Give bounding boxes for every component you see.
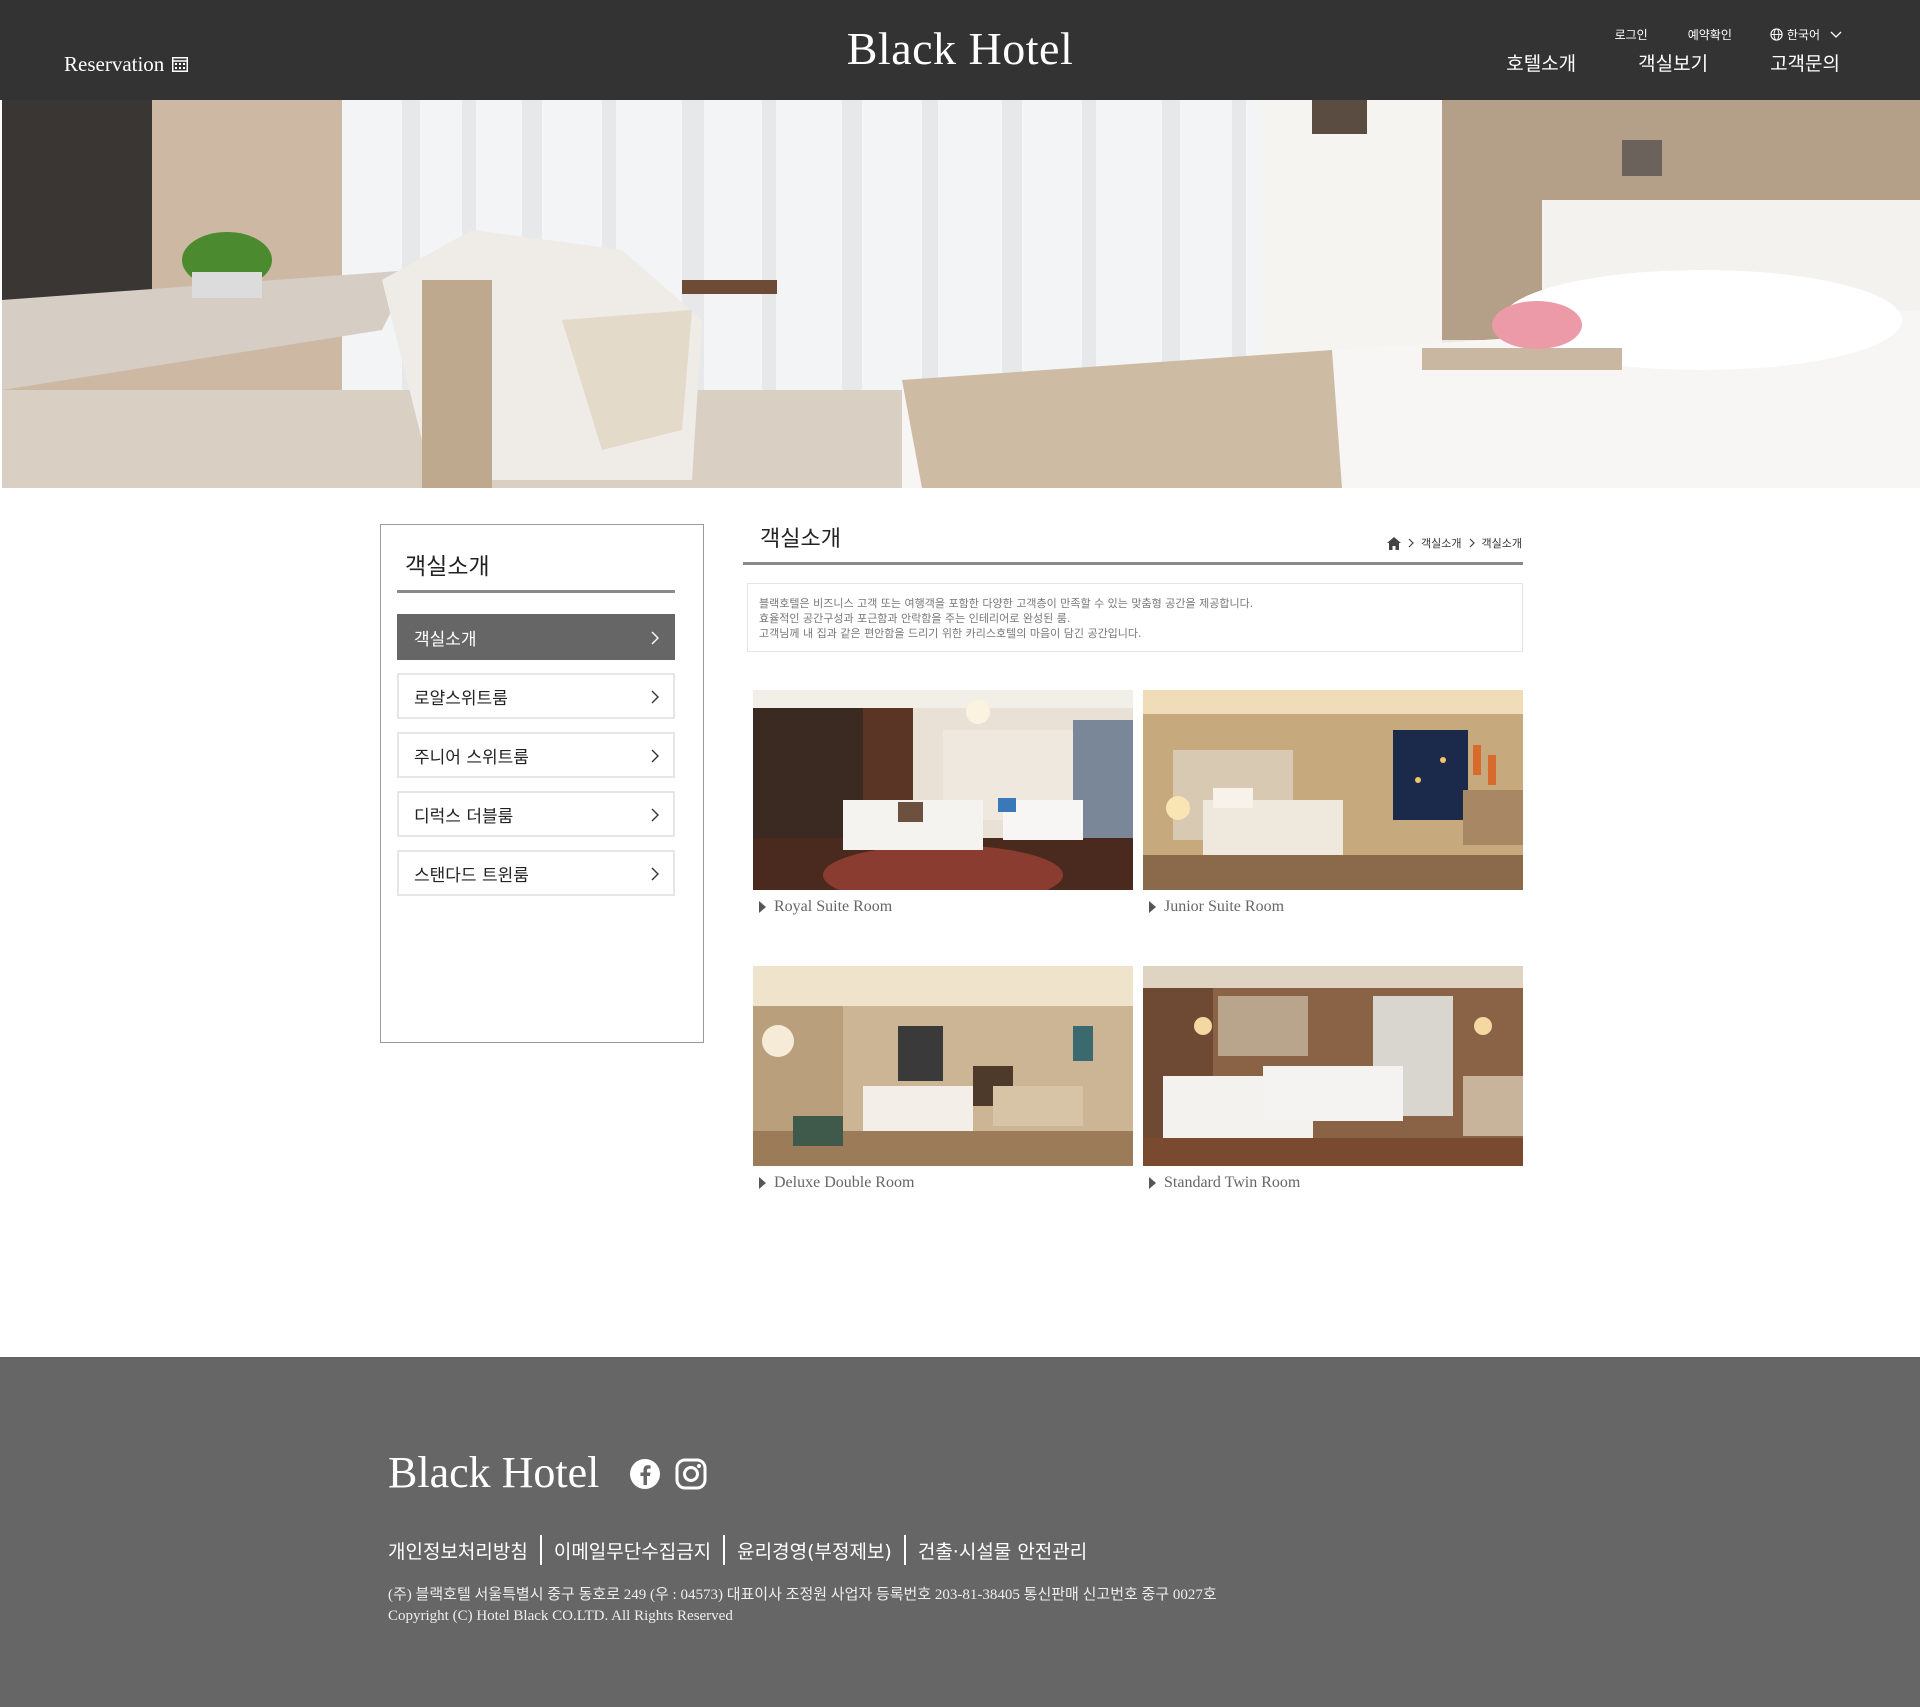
- title-divider: [743, 562, 1523, 565]
- footer-link-ethics[interactable]: 윤리경영(부정제보): [737, 1537, 892, 1564]
- language-selector[interactable]: 한국어: [1770, 26, 1842, 43]
- footer-company-info: (주) 블랙호텔 서울특별시 중구 동호로 249 (우 : 04573) 대표…: [388, 1585, 1217, 1627]
- footer-address: (주) 블랙호텔 서울특별시 중구 동호로 249 (우 : 04573) 대표…: [388, 1587, 1217, 1603]
- footer-link-privacy[interactable]: 개인정보처리방침: [388, 1537, 528, 1564]
- chevron-down-icon: [1830, 31, 1842, 38]
- footer-links: 개인정보처리방침 이메일무단수집금지 윤리경영(부정제보) 건출·시설물 안전관…: [388, 1535, 1087, 1565]
- sidebar-item-deluxe-double[interactable]: 디럭스 더블룸: [397, 791, 675, 837]
- footer-link-email-policy[interactable]: 이메일무단수집금지: [554, 1537, 711, 1564]
- chevron-right-icon: [651, 631, 659, 645]
- sidebar-item-label: 스탠다드 트윈룸: [414, 865, 529, 886]
- page-title: 객실소개: [760, 527, 841, 552]
- hero-room-image: [2, 100, 1920, 488]
- room-name: Standard Twin Room: [1164, 1174, 1301, 1191]
- room-name: Junior Suite Room: [1164, 898, 1285, 915]
- nav-hotel-intro[interactable]: 호텔소개: [1506, 49, 1576, 76]
- nav-inquiry[interactable]: 고객문의: [1770, 49, 1840, 76]
- room-caption[interactable]: Standard Twin Room: [1143, 1174, 1523, 1192]
- facebook-icon[interactable]: [628, 1457, 662, 1491]
- footer-copyright: Copyright (C) Hotel Black CO.LTD. All Ri…: [388, 1608, 733, 1624]
- booking-check-link[interactable]: 예약확인: [1688, 26, 1732, 43]
- footer-link-divider: [723, 1535, 726, 1565]
- sidebar-item-standard-twin[interactable]: 스탠다드 트윈룸: [397, 850, 675, 896]
- breadcrumb-item[interactable]: 객실소개: [1482, 535, 1522, 551]
- main-nav: 호텔소개 객실보기 고객문의: [1506, 49, 1840, 76]
- sidebar-item-label: 로얄스위트룸: [414, 688, 508, 709]
- language-label: 한국어: [1786, 28, 1820, 42]
- room-caption[interactable]: Royal Suite Room: [753, 898, 1133, 916]
- room-name: Royal Suite Room: [774, 898, 893, 915]
- chevron-right-icon: [651, 749, 659, 763]
- triangle-right-icon: [759, 1177, 766, 1189]
- room-photo[interactable]: [1143, 966, 1523, 1166]
- sidebar: 객실소개 객실소개 로얄스위트룸 주니어 스위트룸 디럭스 더블룸 스탠다드 트…: [380, 524, 704, 1043]
- home-icon[interactable]: [1387, 536, 1402, 550]
- chevron-right-icon: [1408, 538, 1414, 548]
- sidebar-item-royal-suite[interactable]: 로얄스위트룸: [397, 673, 675, 719]
- room-photo[interactable]: [1143, 690, 1523, 890]
- triangle-right-icon: [1149, 901, 1156, 913]
- description-line: 효율적인 공간구성과 포근함과 안락함을 주는 인테리어로 완성된 룸.: [759, 612, 1071, 625]
- room-card-deluxe-double[interactable]: Deluxe Double Room: [753, 966, 1133, 1192]
- room-caption[interactable]: Junior Suite Room: [1143, 898, 1523, 916]
- breadcrumb: 객실소개 객실소개: [1387, 535, 1522, 551]
- sidebar-divider: [397, 590, 675, 593]
- utility-menu: 로그인 예약확인 한국어: [1575, 26, 1842, 43]
- chevron-right-icon: [651, 690, 659, 704]
- description-line: 블랙호텔은 비즈니스 고객 또는 여행객을 포함한 다양한 고객층이 만족할 수…: [759, 597, 1254, 610]
- chevron-right-icon: [1469, 538, 1475, 548]
- chevron-right-icon: [651, 808, 659, 822]
- room-caption[interactable]: Deluxe Double Room: [753, 1174, 1133, 1192]
- triangle-right-icon: [1149, 1177, 1156, 1189]
- sidebar-title: 객실소개: [405, 554, 490, 580]
- instagram-icon[interactable]: [674, 1457, 708, 1491]
- footer-link-safety[interactable]: 건출·시설물 안전관리: [918, 1537, 1087, 1564]
- nav-rooms[interactable]: 객실보기: [1638, 49, 1708, 76]
- sidebar-item-junior-suite[interactable]: 주니어 스위트룸: [397, 732, 675, 778]
- chevron-right-icon: [651, 867, 659, 881]
- site-header: Reservation Black Hotel 로그인 예약확인 한국어 호텔소…: [0, 0, 1920, 100]
- room-card-royal-suite[interactable]: Royal Suite Room: [753, 690, 1133, 916]
- room-card-junior-suite[interactable]: Junior Suite Room: [1143, 690, 1523, 916]
- site-footer: Black Hotel 개인정보처리방침 이메일무단수집금지 윤리경영(부정제보…: [0, 1357, 1920, 1707]
- sidebar-item-label: 주니어 스위트룸: [414, 747, 529, 768]
- room-name: Deluxe Double Room: [774, 1174, 915, 1191]
- footer-logo[interactable]: Black Hotel: [388, 1447, 599, 1498]
- sidebar-item-label: 객실소개: [414, 629, 477, 650]
- sidebar-item-rooms-intro[interactable]: 객실소개: [397, 614, 675, 660]
- social-links: [628, 1457, 708, 1491]
- footer-link-divider: [903, 1535, 906, 1565]
- room-photo[interactable]: [753, 690, 1133, 890]
- login-link[interactable]: 로그인: [1615, 26, 1648, 43]
- description-line: 고객님께 내 집과 같은 편안함을 드리기 위한 카리스호텔의 마음이 담긴 공…: [759, 627, 1142, 640]
- breadcrumb-item[interactable]: 객실소개: [1421, 535, 1461, 551]
- sidebar-item-label: 디럭스 더블룸: [414, 806, 514, 827]
- room-card-standard-twin[interactable]: Standard Twin Room: [1143, 966, 1523, 1192]
- triangle-right-icon: [759, 901, 766, 913]
- footer-link-divider: [539, 1535, 542, 1565]
- description-box: 블랙호텔은 비즈니스 고객 또는 여행객을 포함한 다양한 고객층이 만족할 수…: [747, 583, 1523, 652]
- hero-illustration: [2, 100, 1920, 488]
- globe-icon: [1770, 28, 1783, 41]
- room-photo[interactable]: [753, 966, 1133, 1166]
